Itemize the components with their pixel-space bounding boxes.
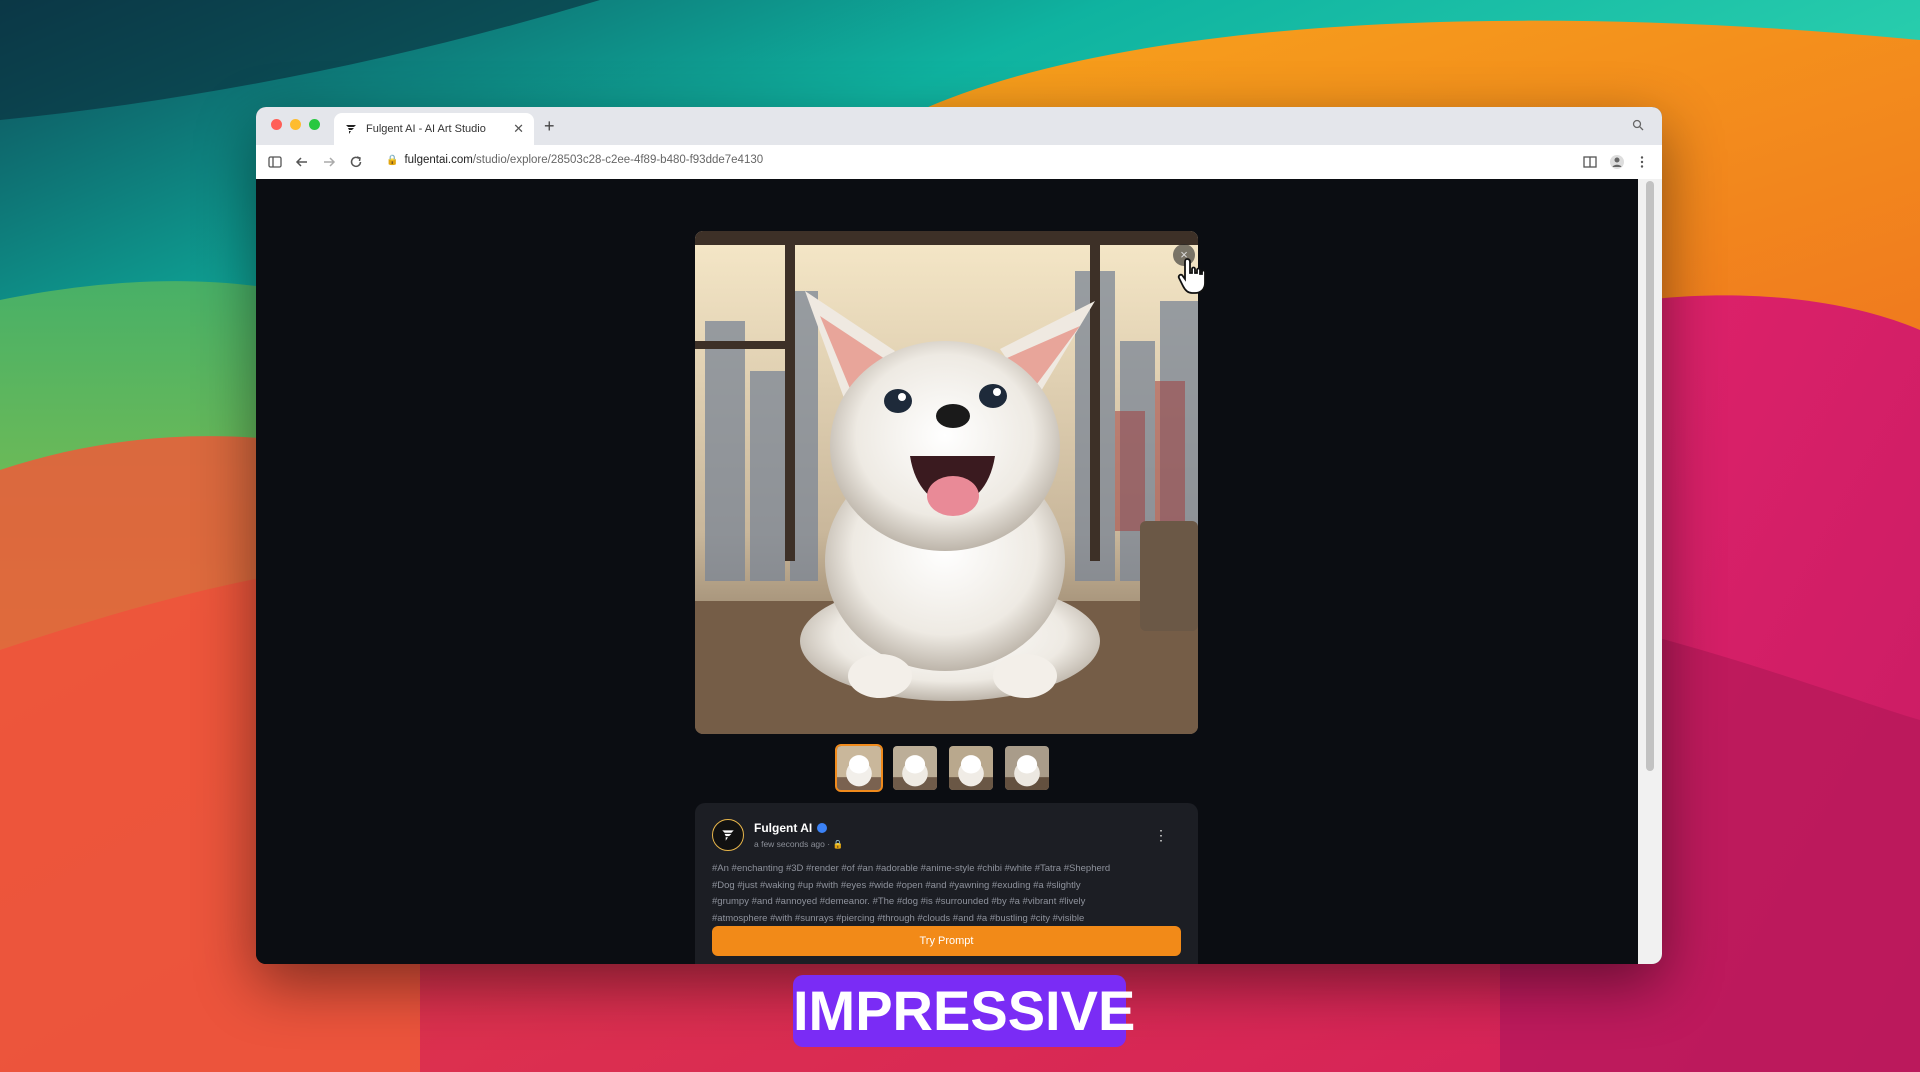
new-tab-button[interactable]: + bbox=[544, 116, 555, 137]
fulgent-logo-icon bbox=[722, 830, 734, 841]
tab-bar: Fulgent AI - AI Art Studio ✕ + bbox=[256, 107, 1662, 145]
window-controls bbox=[271, 119, 320, 130]
thumbnail-image bbox=[1005, 746, 1049, 790]
url-domain: fulgentai.com bbox=[404, 154, 473, 166]
prompt-line: #atmosphere #with #sunrays #piercing #th… bbox=[712, 912, 1085, 924]
close-window-button[interactable] bbox=[271, 119, 282, 130]
browser-window: Fulgent AI - AI Art Studio ✕ + 🔒 fulgenta… bbox=[256, 107, 1662, 964]
video-caption: IMPRESSIVE bbox=[793, 975, 1135, 1047]
url-path: /studio/explore/28503c28-c2ee-4f89-b480-… bbox=[472, 154, 764, 166]
thumbnail-2[interactable] bbox=[891, 744, 939, 792]
profile-icon[interactable] bbox=[1609, 154, 1625, 170]
more-options-icon[interactable]: ⋮ bbox=[1154, 827, 1168, 844]
reader-icon[interactable] bbox=[1582, 154, 1598, 170]
maximize-window-button[interactable] bbox=[309, 119, 320, 130]
thumbnail-image bbox=[837, 746, 881, 790]
scrollbar-thumb[interactable] bbox=[1646, 181, 1654, 771]
search-icon[interactable] bbox=[1632, 119, 1644, 131]
verified-icon bbox=[817, 822, 828, 833]
kebab-menu-icon[interactable] bbox=[1634, 154, 1650, 170]
author-name-text: Fulgent AI bbox=[754, 820, 813, 835]
browser-toolbar: 🔒 fulgentai.com/studio/explore/28503c28-c… bbox=[256, 145, 1662, 180]
tab-title: Fulgent AI - AI Art Studio bbox=[366, 123, 486, 135]
prompt-line: #grumpy #and #annoyed #demeanor. #The #d… bbox=[712, 896, 1086, 907]
arrow-right-icon[interactable] bbox=[321, 154, 337, 170]
try-prompt-button[interactable]: Try Prompt bbox=[712, 926, 1181, 956]
prompt-card: Fulgent AI a few seconds ago · 🔒 ⋮ #An #… bbox=[695, 803, 1198, 964]
lock-icon: 🔒 bbox=[832, 838, 844, 849]
sidebar-icon[interactable] bbox=[267, 154, 283, 170]
arrow-left-icon[interactable] bbox=[294, 154, 310, 170]
post-time: a few seconds ago · 🔒 bbox=[754, 838, 844, 849]
puppy-image bbox=[695, 231, 1198, 734]
tab-close-icon[interactable]: ✕ bbox=[513, 121, 524, 137]
thumbnail-1[interactable] bbox=[835, 744, 883, 792]
prompt-line: #An #enchanting #3D #render #of #an #ado… bbox=[712, 863, 1111, 874]
thumbnail-strip bbox=[835, 744, 1051, 792]
scrollbar[interactable] bbox=[1638, 179, 1662, 964]
minimize-window-button[interactable] bbox=[290, 119, 301, 130]
address-bar[interactable]: 🔒 fulgentai.com/studio/explore/28503c28-c… bbox=[386, 154, 763, 166]
author-name[interactable]: Fulgent AI bbox=[754, 821, 843, 835]
prompt-text: #An #enchanting #3D #render #of #an #ado… bbox=[712, 861, 1181, 927]
generated-image[interactable] bbox=[695, 231, 1198, 734]
post-time-text: a few seconds ago bbox=[754, 838, 825, 849]
thumbnail-3[interactable] bbox=[947, 744, 995, 792]
page-content: × Fulgent AI a few seconds ago · 🔒 ⋮ #An… bbox=[256, 179, 1638, 964]
thumbnail-4[interactable] bbox=[1003, 744, 1051, 792]
hand-cursor-icon bbox=[1177, 258, 1206, 294]
reload-icon[interactable] bbox=[348, 154, 364, 170]
thumbnail-image bbox=[949, 746, 993, 790]
browser-tab[interactable]: Fulgent AI - AI Art Studio ✕ bbox=[334, 113, 534, 145]
lock-icon: 🔒 bbox=[386, 155, 399, 166]
fulgent-logo-icon bbox=[346, 125, 356, 134]
prompt-line: #Dog #just #waking #up #with #eyes #wide… bbox=[712, 879, 1081, 891]
thumbnail-image bbox=[893, 746, 937, 790]
author-row: Fulgent AI a few seconds ago · 🔒 bbox=[712, 819, 1181, 851]
avatar[interactable] bbox=[712, 819, 744, 851]
